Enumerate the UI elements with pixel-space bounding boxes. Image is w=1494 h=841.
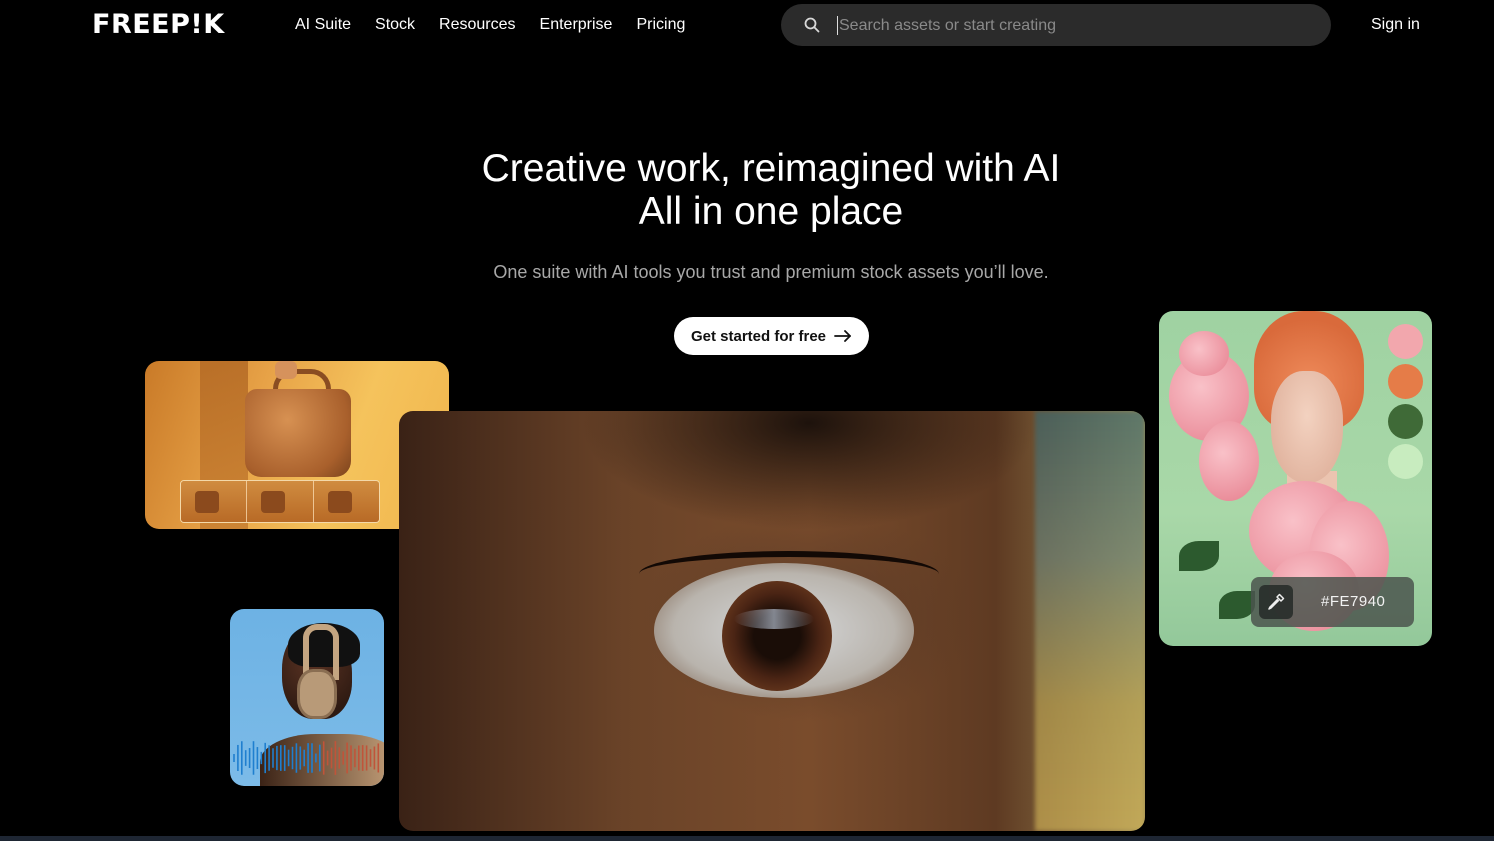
search-icon — [804, 17, 820, 33]
top-header: FREEP!K AI Suite Stock Resources Enterpr… — [0, 0, 1494, 50]
arrow-right-icon — [834, 330, 851, 342]
sign-in-link[interactable]: Sign in — [1371, 15, 1420, 35]
search-input[interactable] — [837, 14, 1311, 38]
eye-video-card — [399, 411, 1145, 831]
video-filmstrip — [180, 480, 380, 523]
color-hex-value: #FE7940 — [1321, 593, 1386, 610]
audio-waveform — [233, 741, 380, 775]
audio-image-card — [230, 609, 384, 786]
nav-resources[interactable]: Resources — [439, 15, 515, 35]
get-started-label: Get started for free — [690, 327, 827, 345]
filmstrip-frame — [313, 481, 379, 522]
leather-bag — [245, 389, 351, 477]
text-caret — [837, 16, 838, 35]
filmstrip-frame — [181, 481, 248, 522]
swatch-orange[interactable] — [1388, 364, 1423, 399]
eyelashes — [639, 551, 939, 597]
model-hand — [275, 361, 297, 379]
flower-petal — [1199, 421, 1259, 501]
main-nav: AI Suite Stock Resources Enterprise Pric… — [295, 15, 685, 35]
flower-petal — [1179, 331, 1229, 376]
page-bottom-edge — [0, 836, 1494, 841]
flower-portrait-card: #FE7940 — [1159, 311, 1432, 646]
leaf — [1179, 541, 1219, 571]
hero-title: Creative work, reimagined with AI All in… — [0, 147, 1494, 233]
swatch-light-green[interactable] — [1388, 444, 1423, 479]
hero-subtitle: One suite with AI tools you trust and pr… — [493, 262, 1049, 282]
eyebrow — [579, 411, 1039, 531]
headphones — [297, 669, 337, 719]
background-blur — [1035, 411, 1145, 831]
hero-title-line-2: All in one place — [638, 190, 904, 233]
hero-title-line-1: Creative work, reimagined with AI — [481, 147, 1061, 190]
swatch-pink[interactable] — [1388, 324, 1423, 359]
color-swatches — [1388, 324, 1423, 479]
eye-iris — [722, 581, 832, 691]
freepik-logo[interactable]: FREEP!K — [92, 9, 225, 41]
nav-stock[interactable]: Stock — [375, 15, 415, 35]
get-started-button[interactable]: Get started for free — [674, 317, 869, 355]
eye-reflection — [734, 609, 814, 629]
nav-ai-suite[interactable]: AI Suite — [295, 15, 351, 35]
eyedropper-icon[interactable] — [1259, 585, 1293, 619]
portrait-face — [1271, 371, 1343, 483]
swatch-dark-green[interactable] — [1388, 404, 1423, 439]
color-picker-chip[interactable]: #FE7940 — [1251, 577, 1414, 627]
search-bar[interactable] — [781, 4, 1331, 46]
nav-enterprise[interactable]: Enterprise — [540, 15, 613, 35]
leaf — [1219, 591, 1255, 619]
nav-pricing[interactable]: Pricing — [636, 15, 685, 35]
filmstrip-frame — [247, 481, 314, 522]
